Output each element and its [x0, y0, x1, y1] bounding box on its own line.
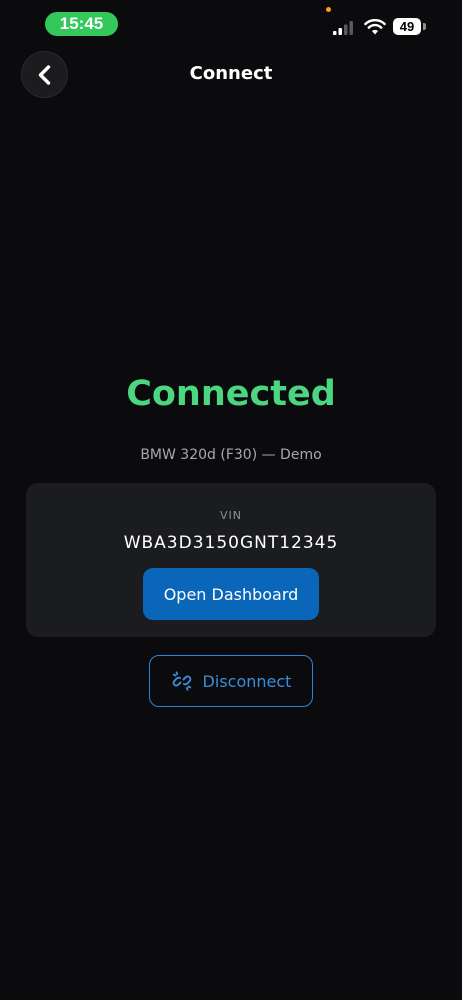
vin-label: VIN: [220, 509, 242, 522]
battery-cap: [423, 23, 426, 30]
open-dashboard-button[interactable]: Open Dashboard: [143, 568, 319, 620]
vehicle-name: BMW 320d (F30) — Demo: [140, 447, 322, 463]
disconnect-label: Disconnect: [202, 671, 292, 691]
status-time: 15:45: [45, 12, 118, 36]
wifi-icon: [364, 19, 386, 35]
vin-value: WBA3D3150GNT12345: [123, 533, 339, 553]
unlink-icon: [171, 670, 193, 692]
page-title: Connect: [189, 63, 273, 84]
cellular-signal-icon: [333, 21, 353, 35]
camera-indicator-icon: [326, 7, 331, 12]
battery-icon: 49: [393, 18, 421, 35]
connection-status: Connected: [126, 374, 336, 414]
vin-card: VIN WBA3D3150GNT12345 Open Dashboard: [26, 483, 436, 637]
disconnect-button[interactable]: Disconnect: [149, 655, 313, 707]
status-bar: 15:45 49: [0, 0, 462, 48]
